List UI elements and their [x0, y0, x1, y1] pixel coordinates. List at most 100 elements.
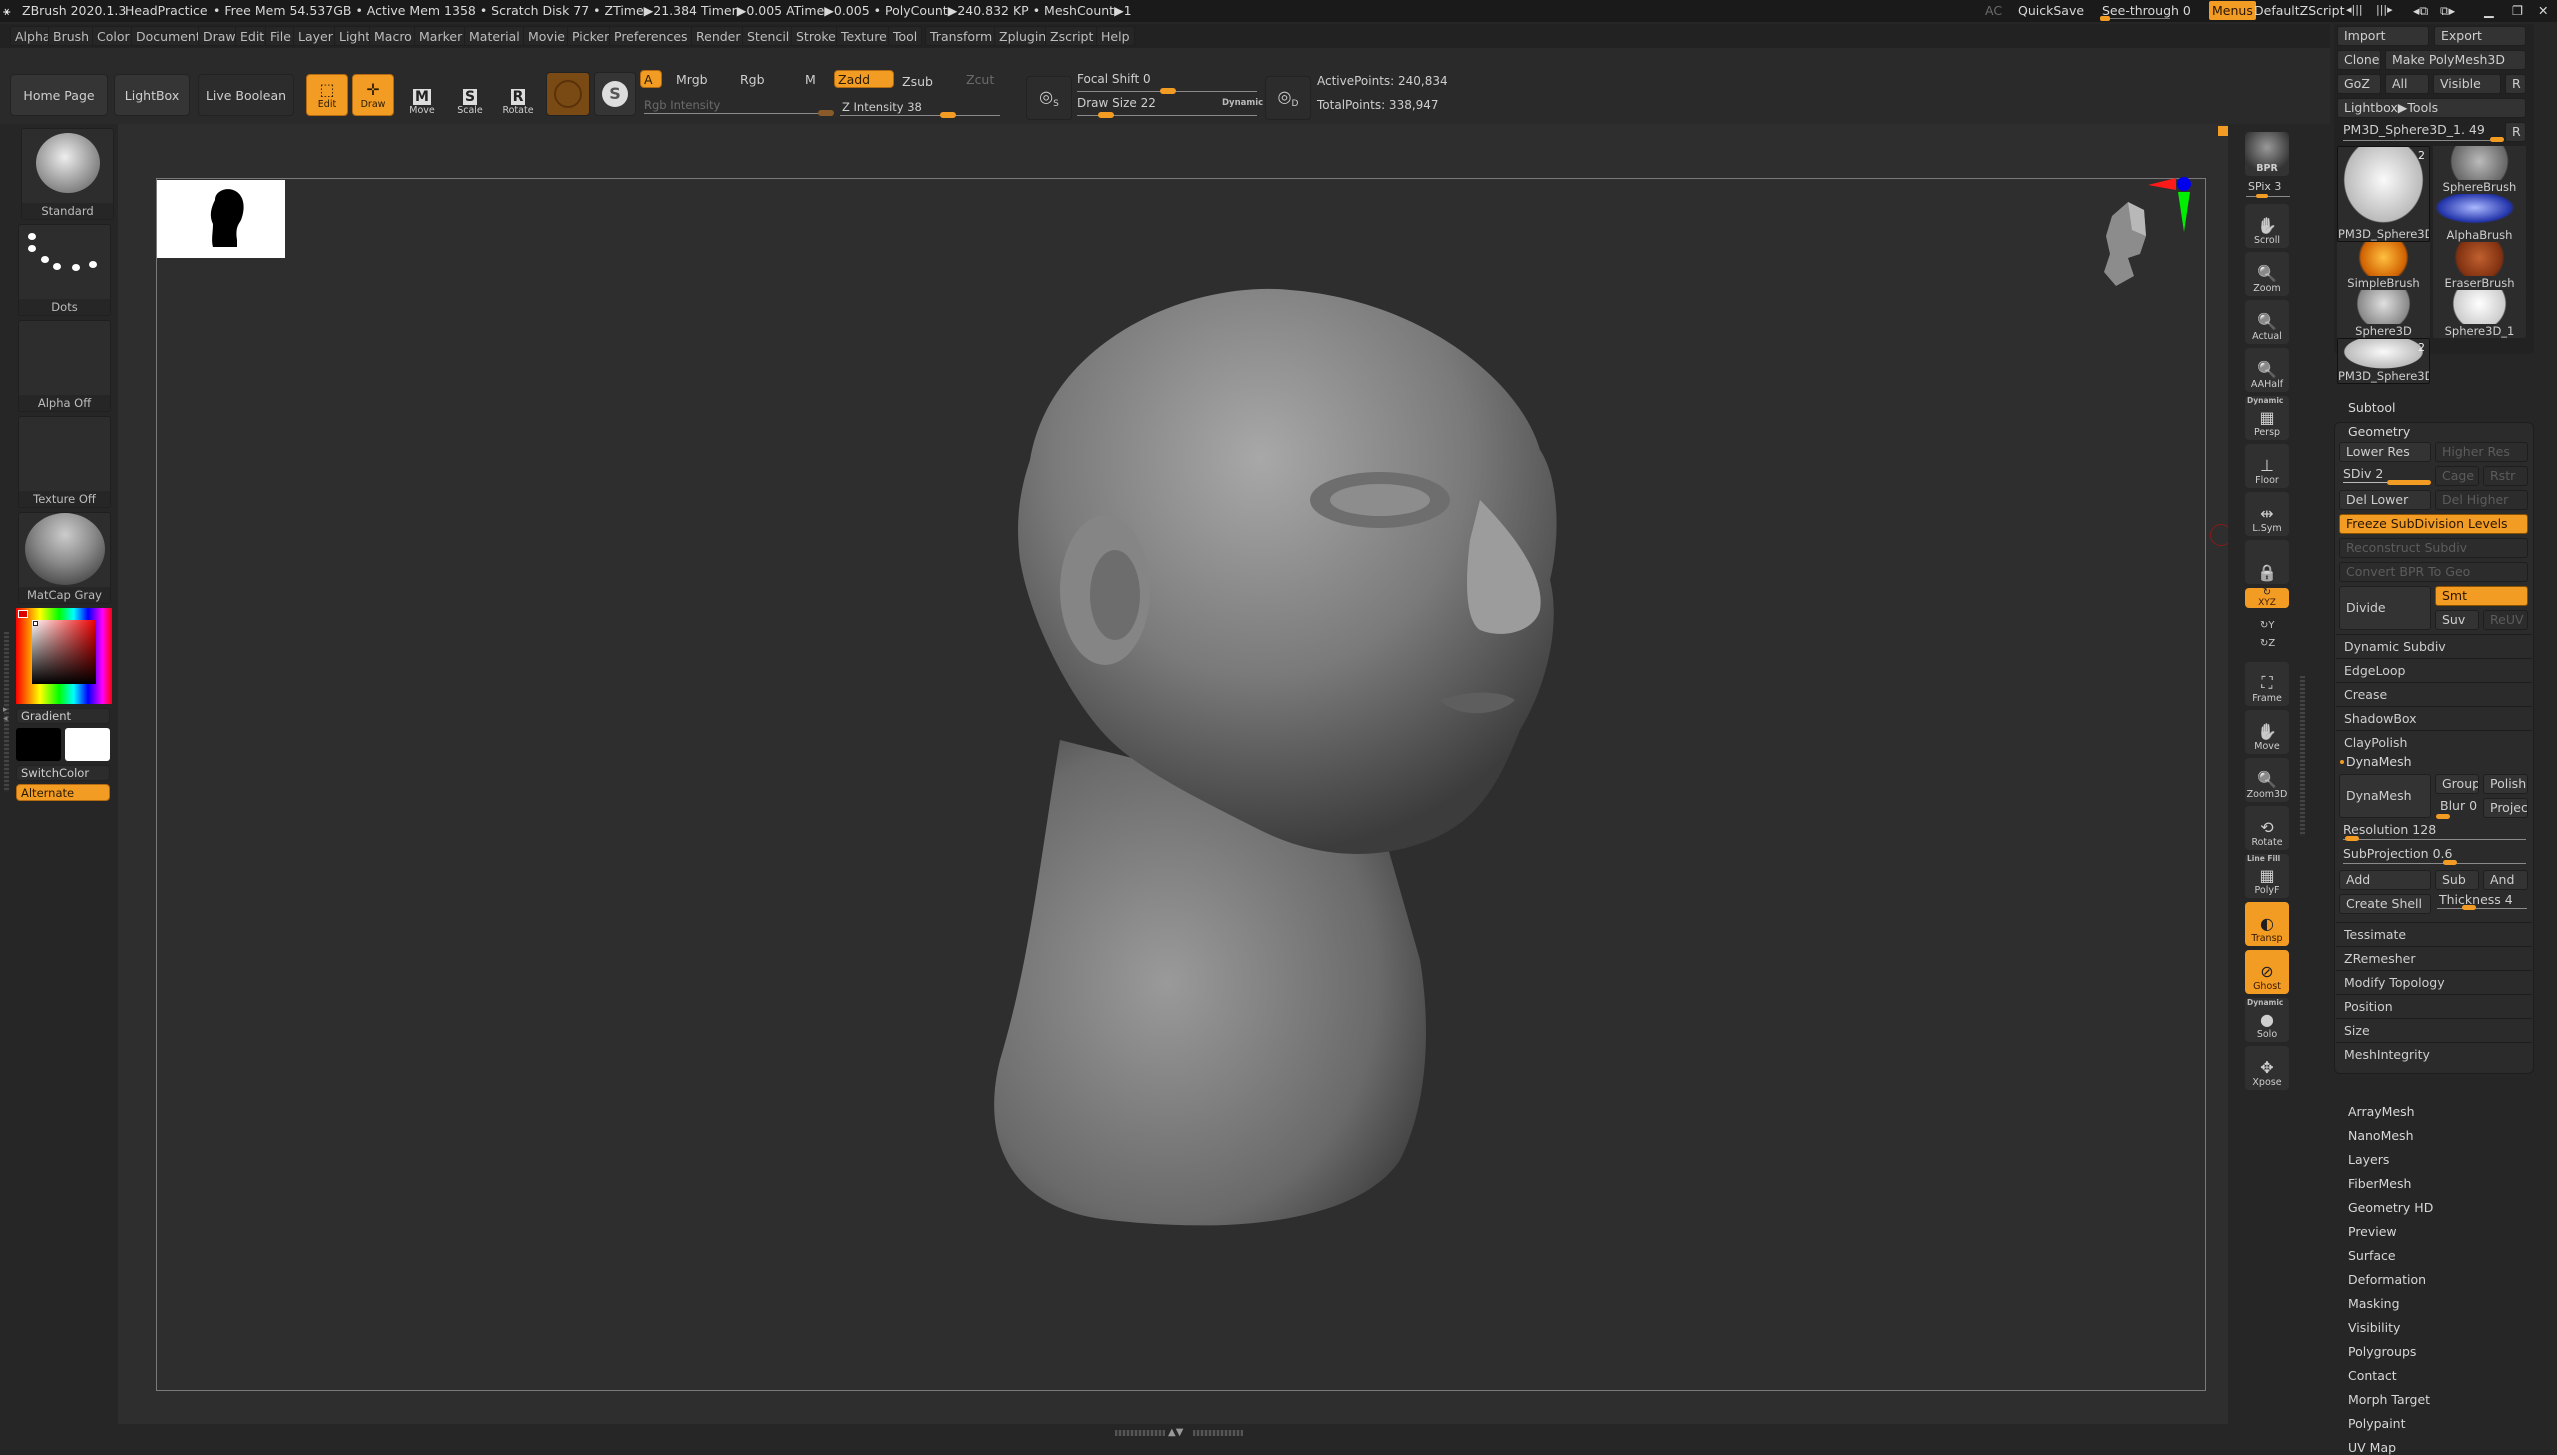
a-toggle[interactable]: A	[640, 70, 662, 88]
tool-thumbnail[interactable]: EraserBrush	[2433, 242, 2526, 290]
menu-picker[interactable]: Picker	[567, 26, 615, 46]
subpalette-meshintegrity[interactable]: MeshIntegrity	[2336, 1042, 2532, 1066]
subpalette-modify-topology[interactable]: Modify Topology	[2336, 970, 2532, 994]
restore-icon[interactable]: ❐	[2512, 3, 2523, 18]
subpalette-contact[interactable]: Contact	[2348, 1368, 2397, 1383]
resolution-knob[interactable]	[2345, 836, 2359, 841]
subpalette-position[interactable]: Position	[2336, 994, 2532, 1018]
rgb-intensity-knob[interactable]	[818, 110, 834, 116]
default-zscript-button[interactable]: DefaultZScript	[2254, 3, 2345, 18]
lower-res-button[interactable]: Lower Res	[2339, 442, 2431, 462]
menu-transform[interactable]: Transform	[925, 26, 998, 46]
subpalette-deformation[interactable]: Deformation	[2348, 1272, 2426, 1287]
quicksave-button[interactable]: QuickSave	[2018, 3, 2084, 18]
subpalette-dynamic-subdiv[interactable]: Dynamic Subdiv	[2336, 634, 2532, 658]
rotate-button[interactable]: R Rotate	[498, 72, 538, 116]
subprojection-track[interactable]	[2343, 863, 2526, 864]
edit-button[interactable]: ⬚ Edit	[306, 74, 348, 116]
menu-material[interactable]: Material	[464, 26, 525, 46]
menu-stroke[interactable]: Stroke	[791, 26, 841, 46]
focal-shift-lazy-button[interactable]: ◎S	[1026, 76, 1072, 120]
transparency-button[interactable]: ◐ Transp	[2245, 902, 2289, 946]
color-saturation-square[interactable]	[32, 620, 96, 684]
make-polymesh-button[interactable]: Make PolyMesh3D	[2385, 50, 2526, 70]
menu-layer[interactable]: Layer	[293, 26, 338, 46]
see-through-knob[interactable]	[2100, 16, 2110, 21]
sdiv-track[interactable]	[2343, 482, 2387, 483]
menu-zscript[interactable]: Zscript	[1045, 26, 1099, 46]
menu-movie[interactable]: Movie	[523, 26, 570, 46]
import-button[interactable]: Import	[2337, 26, 2429, 46]
project-toggle[interactable]: Project	[2483, 798, 2528, 818]
material-color-button[interactable]	[546, 72, 590, 116]
subpalette-visibility[interactable]: Visibility	[2348, 1320, 2400, 1335]
saturation-marker[interactable]	[33, 621, 38, 626]
geometry-subpalette[interactable]: Geometry	[2348, 424, 2410, 439]
rgb-toggle[interactable]: Rgb	[740, 72, 765, 87]
tool-thumbnail[interactable]: SphereBrush	[2433, 146, 2526, 194]
zcut-toggle[interactable]: Zcut	[966, 72, 994, 87]
texture-selector[interactable]: Texture Off	[18, 416, 111, 508]
tool-thumbnail[interactable]: PM3D_Sphere3D 2	[2337, 146, 2430, 242]
create-shell-button[interactable]: Create Shell	[2339, 894, 2431, 914]
line-fill-label[interactable]: Line Fill	[2247, 854, 2280, 863]
see-through-track[interactable]	[2100, 18, 2170, 19]
menu-file[interactable]: File	[265, 26, 296, 46]
subpalette-size[interactable]: Size	[2336, 1018, 2532, 1042]
zadd-toggle[interactable]: Zadd	[834, 70, 894, 88]
hue-marker[interactable]	[18, 610, 28, 618]
dynamic-label[interactable]: Dynamic	[2247, 396, 2283, 405]
spix-slider[interactable]: SPix 3	[2248, 180, 2281, 193]
rotate-z-toggle[interactable]: ↻Z	[2260, 638, 2275, 649]
goz-all-button[interactable]: All	[2385, 74, 2429, 94]
draw-size-slider[interactable]: Draw Size 22	[1077, 96, 1156, 110]
tool-thumbnail[interactable]: AlphaBrush	[2433, 194, 2526, 242]
thickness-knob[interactable]	[2462, 905, 2476, 910]
local-symmetry-button[interactable]: ⇹ L.Sym	[2245, 492, 2289, 536]
subpalette-layers[interactable]: Layers	[2348, 1152, 2389, 1167]
reconstruct-subdiv-button[interactable]: Reconstruct Subdiv	[2339, 538, 2528, 558]
subpalette-shadowbox[interactable]: ShadowBox	[2336, 706, 2532, 730]
menu-tool[interactable]: Tool	[888, 26, 923, 46]
blur-knob[interactable]	[2436, 814, 2450, 819]
menu-zplugin[interactable]: Zplugin	[994, 26, 1052, 46]
expand-ui-icon[interactable]: |||▸	[2376, 3, 2393, 16]
current-tool-r-button[interactable]: R	[2505, 122, 2526, 142]
zoom-button[interactable]: 🔍 Zoom	[2245, 252, 2289, 296]
color-picker[interactable]	[16, 608, 112, 704]
prev-layout-icon[interactable]: ◂⧉	[2413, 3, 2428, 19]
menu-stencil[interactable]: Stencil	[742, 26, 795, 46]
dynamic-size-toggle[interactable]: Dynamic	[1222, 98, 1263, 108]
menu-render[interactable]: Render	[691, 26, 746, 46]
z-intensity-track[interactable]	[840, 115, 1000, 116]
export-button[interactable]: Export	[2434, 26, 2526, 46]
clone-button[interactable]: Clone	[2337, 50, 2381, 70]
tool-thumbnail[interactable]: Sphere3D_1	[2433, 290, 2526, 338]
dynamesh-sub-button[interactable]: Sub	[2435, 870, 2479, 890]
smt-toggle[interactable]: Smt	[2435, 586, 2528, 606]
current-tool-track[interactable]	[2343, 140, 2491, 141]
current-tool-knob[interactable]	[2490, 137, 2504, 142]
axis-gizmo[interactable]	[2146, 176, 2192, 236]
lightbox-button[interactable]: LightBox	[114, 74, 190, 116]
close-icon[interactable]: ✕	[2538, 3, 2548, 18]
frame-button[interactable]: ⛶ Frame	[2245, 662, 2289, 706]
scale-button[interactable]: S Scale	[450, 72, 490, 116]
right-shelf-scroll-handle[interactable]	[2300, 676, 2305, 836]
move-button[interactable]: M Move	[402, 72, 442, 116]
subpalette-uv-map[interactable]: UV Map	[2348, 1440, 2396, 1455]
ghost-button[interactable]: ⊘ Ghost	[2245, 950, 2289, 994]
polyframe-button[interactable]: ▦ PolyF Line Fill	[2245, 854, 2289, 898]
focal-shift-slider[interactable]: Focal Shift 0	[1077, 72, 1151, 86]
dynamesh-subpalette[interactable]: DynaMesh	[2346, 754, 2412, 769]
scroll-button[interactable]: ✋ Scroll	[2245, 204, 2289, 248]
minimize-icon[interactable]: ▁	[2484, 3, 2494, 18]
mrgb-toggle[interactable]: Mrgb	[676, 72, 708, 87]
subpalette-zremesher[interactable]: ZRemesher	[2336, 946, 2532, 970]
dynamesh-button[interactable]: DynaMesh	[2339, 774, 2431, 818]
suv-toggle[interactable]: Suv	[2435, 610, 2479, 630]
lock-camera-button[interactable]: 🔒	[2245, 540, 2289, 584]
main-color-swatch[interactable]	[16, 728, 61, 761]
move-button[interactable]: ✋ Move	[2245, 710, 2289, 754]
del-lower-button[interactable]: Del Lower	[2339, 490, 2431, 510]
